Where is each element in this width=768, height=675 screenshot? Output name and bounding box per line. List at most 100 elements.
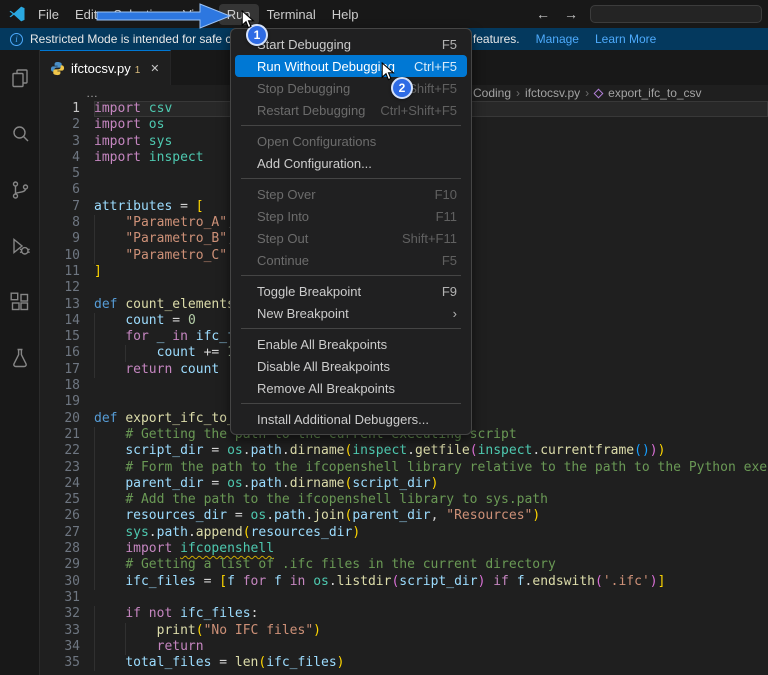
code-line[interactable]: 23 # Form the path to the ifcopenshell l… <box>40 460 768 476</box>
line-number[interactable]: 1 <box>40 101 80 117</box>
line-number[interactable]: 20 <box>40 411 80 427</box>
code-line[interactable]: 28 import ifcopenshell <box>40 541 768 557</box>
code-line[interactable]: 30 ifc_files = [f for f in os.listdir(sc… <box>40 574 768 590</box>
python-file-icon <box>50 61 65 76</box>
line-number[interactable]: 35 <box>40 655 80 671</box>
run-menu-item-step-out: Step OutShift+F11 <box>235 227 467 249</box>
code-line[interactable]: 32 if not ifc_files: <box>40 606 768 622</box>
run-menu-item-disable-all-breakpoints[interactable]: Disable All Breakpoints <box>235 355 467 377</box>
line-number[interactable]: 15 <box>40 329 80 345</box>
line-number[interactable]: 19 <box>40 394 80 410</box>
line-number[interactable]: 7 <box>40 199 80 215</box>
line-number[interactable]: 23 <box>40 460 80 476</box>
menu-file[interactable]: File <box>30 4 67 25</box>
code-line[interactable]: 27 sys.path.append(resources_dir) <box>40 525 768 541</box>
line-number[interactable]: 11 <box>40 264 80 280</box>
line-number[interactable]: 21 <box>40 427 80 443</box>
run-menu-item-restart-debugging: Restart DebuggingCtrl+Shift+F5 <box>235 99 467 121</box>
titlebar-right: ← → <box>534 5 768 23</box>
run-menu-item-remove-all-breakpoints[interactable]: Remove All Breakpoints <box>235 377 467 399</box>
line-number[interactable]: 2 <box>40 117 80 133</box>
code-line[interactable]: 33 print("No IFC files") <box>40 623 768 639</box>
breadcrumb-symbol[interactable]: export_ifc_to_csv <box>608 86 701 100</box>
run-menu-item-add-configuration[interactable]: Add Configuration... <box>235 152 467 174</box>
line-number[interactable]: 31 <box>40 590 80 606</box>
menu-separator <box>241 125 461 126</box>
breadcrumb-file[interactable]: ifctocsv.py <box>525 86 580 100</box>
source-control-icon[interactable] <box>0 162 40 218</box>
code-line[interactable]: 24 parent_dir = os.path.dirname(script_d… <box>40 476 768 492</box>
tab-ifctocsv-py[interactable]: ifctocsv.py 1 ✕ <box>40 50 171 85</box>
line-number[interactable]: 33 <box>40 623 80 639</box>
breadcrumb-folder[interactable]: Coding <box>473 86 511 100</box>
line-number[interactable]: 14 <box>40 313 80 329</box>
line-number[interactable]: 6 <box>40 182 80 198</box>
banner-link-learn-more[interactable]: Learn More <box>595 32 656 46</box>
explorer-icon[interactable] <box>0 50 40 106</box>
line-number[interactable]: 16 <box>40 345 80 361</box>
code-line[interactable]: 25 # Add the path to the ifcopenshell li… <box>40 492 768 508</box>
line-number[interactable]: 8 <box>40 215 80 231</box>
line-number[interactable]: 30 <box>40 574 80 590</box>
run-menu-item-step-over: Step OverF10 <box>235 183 467 205</box>
line-number[interactable]: 34 <box>40 639 80 655</box>
history-forward-icon[interactable]: → <box>562 6 580 22</box>
line-number[interactable]: 32 <box>40 606 80 622</box>
history-back-icon[interactable]: ← <box>534 6 552 22</box>
menu-separator <box>241 403 461 404</box>
code-line[interactable]: 29 # Getting a list of .ifc files in the… <box>40 557 768 573</box>
submenu-chevron-icon: › <box>453 306 457 321</box>
line-number[interactable]: 28 <box>40 541 80 557</box>
line-number[interactable]: 22 <box>40 443 80 459</box>
line-number[interactable]: 9 <box>40 231 80 247</box>
search-icon[interactable] <box>0 106 40 162</box>
mouse-cursor-icon <box>241 10 255 30</box>
code-line[interactable]: 31 <box>40 590 768 606</box>
annotation-arrow <box>94 1 236 31</box>
code-line[interactable]: 35 total_files = len(ifc_files) <box>40 655 768 671</box>
code-line[interactable]: 22 script_dir = os.path.dirname(inspect.… <box>40 443 768 459</box>
run-menu-item-install-additional-debuggers[interactable]: Install Additional Debuggers... <box>235 408 467 430</box>
run-menu-item-run-without-debugging[interactable]: Run Without DebuggingCtrl+F5 <box>235 55 467 77</box>
run-menu: Start DebuggingF5Run Without DebuggingCt… <box>230 28 472 435</box>
run-menu-item-enable-all-breakpoints[interactable]: Enable All Breakpoints <box>235 333 467 355</box>
line-number[interactable]: 5 <box>40 166 80 182</box>
line-number[interactable]: 3 <box>40 134 80 150</box>
run-menu-item-new-breakpoint[interactable]: New Breakpoint› <box>235 302 467 324</box>
line-number[interactable]: 10 <box>40 248 80 264</box>
menu-separator <box>241 275 461 276</box>
line-number[interactable]: 26 <box>40 508 80 524</box>
line-number[interactable]: 24 <box>40 476 80 492</box>
line-number[interactable]: 13 <box>40 297 80 313</box>
run-debug-icon[interactable] <box>0 218 40 274</box>
tab-problems-badge: 1 <box>135 65 141 76</box>
extensions-icon[interactable] <box>0 274 40 330</box>
menu-separator <box>241 178 461 179</box>
banner-links: Manage Learn More <box>536 32 657 46</box>
line-number[interactable]: 18 <box>40 378 80 394</box>
activity-bar <box>0 50 40 675</box>
menu-terminal[interactable]: Terminal <box>259 4 324 25</box>
run-menu-item-stop-debugging: Stop DebuggingShift+F5 <box>235 77 467 99</box>
line-number[interactable]: 17 <box>40 362 80 378</box>
run-menu-item-continue: ContinueF5 <box>235 249 467 271</box>
code-line[interactable]: 26 resources_dir = os.path.join(parent_d… <box>40 508 768 524</box>
code-line[interactable]: 34 return <box>40 639 768 655</box>
run-menu-item-start-debugging[interactable]: Start DebuggingF5 <box>235 33 467 55</box>
menu-help[interactable]: Help <box>324 4 367 25</box>
run-menu-item-open-configurations: Open Configurations <box>235 130 467 152</box>
run-menu-item-toggle-breakpoint[interactable]: Toggle BreakpointF9 <box>235 280 467 302</box>
banner-link-manage[interactable]: Manage <box>536 32 579 46</box>
symbol-method-icon <box>594 88 604 98</box>
tab-label: ifctocsv.py <box>71 61 131 76</box>
line-number[interactable]: 25 <box>40 492 80 508</box>
breadcrumb-ellipsis[interactable]: … <box>86 86 98 100</box>
line-number[interactable]: 29 <box>40 557 80 573</box>
testing-flask-icon[interactable] <box>0 330 40 386</box>
line-number[interactable]: 4 <box>40 150 80 166</box>
close-icon[interactable]: ✕ <box>150 62 159 75</box>
line-number[interactable]: 12 <box>40 280 80 296</box>
menu-separator <box>241 328 461 329</box>
command-center-search[interactable] <box>590 5 762 23</box>
line-number[interactable]: 27 <box>40 525 80 541</box>
